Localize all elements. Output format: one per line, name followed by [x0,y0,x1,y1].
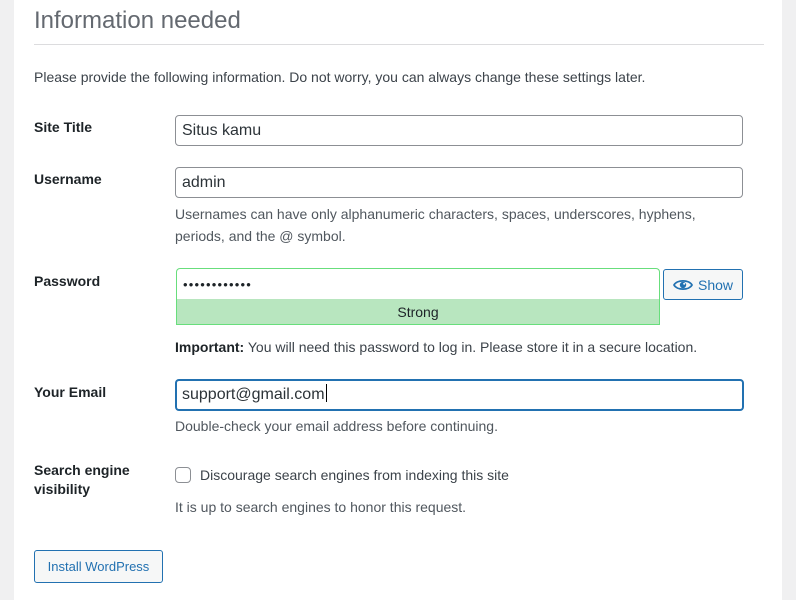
show-password-label: Show [697,276,734,293]
email-label: Your Email [34,384,107,400]
email-value: support@gmail.com [182,386,325,403]
show-password-button[interactable]: Show [663,269,743,300]
username-input[interactable]: admin [175,167,743,198]
password-value: •••••••••••• [183,276,253,292]
install-wordpress-button[interactable]: Install WordPress [34,550,163,583]
search-visibility-label: Search engine visibility [34,462,130,497]
password-important-note: Important: You will need this password t… [175,336,697,358]
site-title-value: Situs kamu [182,122,262,139]
window-frame-right [782,0,796,600]
password-label: Password [34,273,101,289]
username-label: Username [34,171,102,187]
eye-icon [672,278,693,292]
discourage-search-label[interactable]: Discourage search engines from indexing … [200,464,509,486]
title-divider [34,44,764,45]
important-text: You will need this password to log in. P… [244,339,698,355]
discourage-search-checkbox[interactable] [175,467,191,483]
text-caret [325,384,327,402]
username-help: Usernames can have only alphanumeric cha… [175,206,696,244]
password-input[interactable]: •••••••••••• [176,268,660,299]
email-input[interactable]: support@gmail.com [175,379,744,411]
window-frame-left [0,0,14,600]
site-title-label: Site Title [34,119,93,135]
email-help: Double-check your email address before c… [175,418,498,434]
password-strength-meter: Strong [176,299,660,325]
username-value: admin [182,174,226,191]
page-title: Information needed [34,7,241,34]
search-visibility-help: It is up to search engines to honor this… [175,499,467,515]
intro-text: Please provide the following information… [34,69,646,85]
site-title-input[interactable]: Situs kamu [175,115,743,146]
important-label: Important: [175,339,245,355]
